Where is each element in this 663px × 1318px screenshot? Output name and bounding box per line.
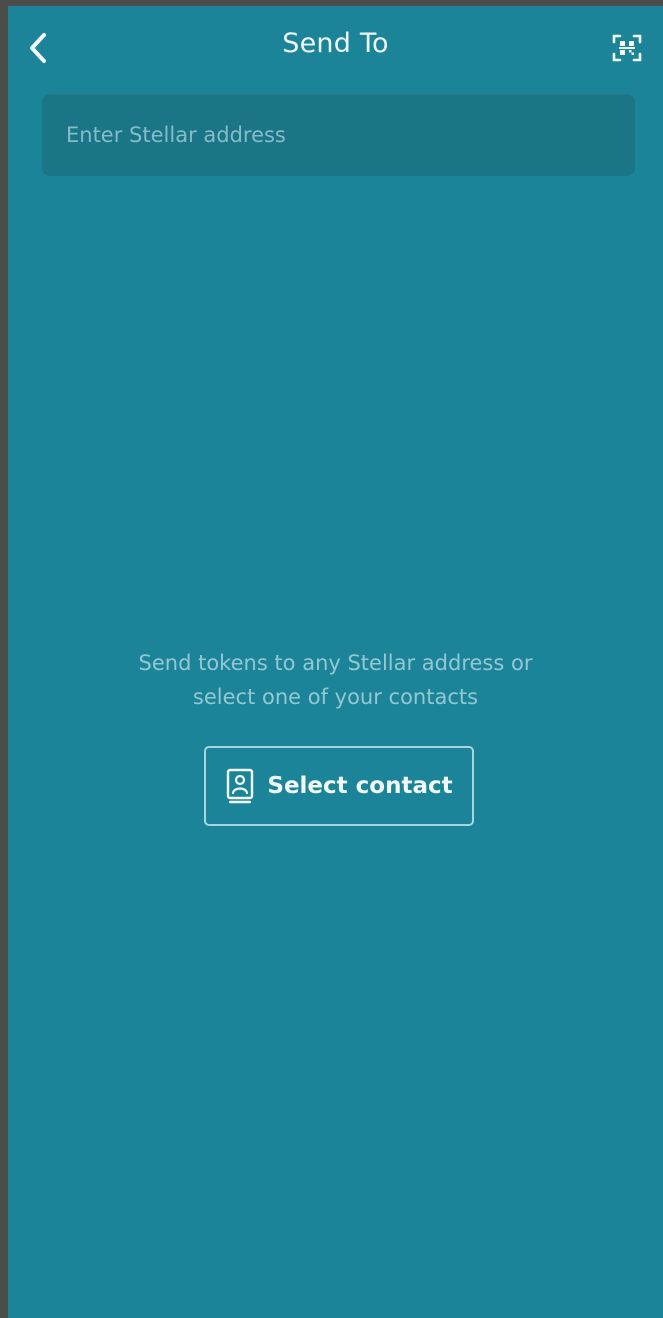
select-contact-button[interactable]: Select contact: [204, 746, 474, 826]
select-contact-label: Select contact: [267, 773, 453, 799]
stellar-address-input[interactable]: [42, 94, 635, 176]
qr-scan-icon: [611, 32, 643, 64]
header: Send To: [8, 6, 663, 90]
empty-state: Send tokens to any Stellar address or se…: [8, 646, 663, 714]
hint-line-1: Send tokens to any Stellar address or: [138, 651, 533, 675]
page-title: Send To: [282, 28, 389, 59]
qr-scan-button[interactable]: [609, 30, 645, 66]
empty-state-hint: Send tokens to any Stellar address or se…: [101, 646, 571, 714]
address-field[interactable]: [42, 94, 635, 176]
hint-line-2: select one of your contacts: [192, 685, 479, 709]
contact-card-icon: [225, 768, 255, 804]
send-to-screen: Send To Enter Stellar address Send token…: [8, 6, 663, 1318]
